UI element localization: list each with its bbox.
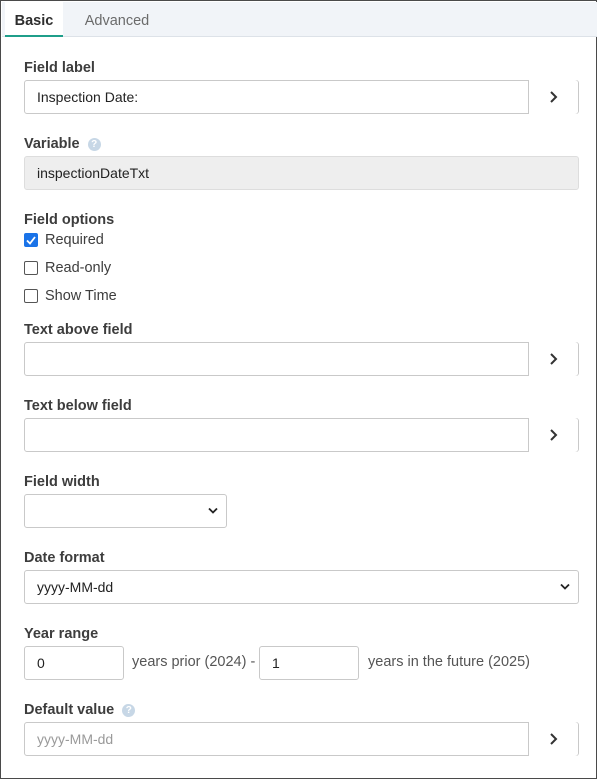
years-future-value: 1	[272, 655, 280, 671]
default-value-heading: Default value?	[24, 702, 136, 718]
tab-advanced[interactable]: Advanced	[74, 2, 160, 37]
variable-value: inspectionDateTxt	[37, 165, 150, 181]
help-icon[interactable]: ?	[122, 704, 136, 717]
text-below-expand-button[interactable]	[528, 418, 578, 452]
chevron-right-icon	[549, 429, 557, 441]
show-time-checkbox[interactable]	[24, 289, 38, 303]
default-value-label: Default value	[24, 702, 115, 718]
default-value-input[interactable]: yyyy-MM-dd	[24, 722, 579, 756]
variable-field: inspectionDateTxt	[24, 156, 579, 190]
text-below-input[interactable]	[24, 418, 579, 452]
field-options-heading: Field options	[24, 212, 115, 228]
field-label-heading: Field label	[24, 60, 95, 76]
field-width-select[interactable]	[24, 494, 227, 528]
required-checkbox[interactable]	[24, 233, 38, 247]
field-width-heading: Field width	[24, 474, 100, 490]
help-icon[interactable]: ?	[87, 138, 101, 151]
read-only-checkbox-row[interactable]: Read-only	[24, 260, 111, 276]
date-format-select[interactable]: yyyy-MM-dd	[24, 570, 579, 604]
default-value-expand-button[interactable]	[528, 722, 578, 756]
properties-panel: Basic Advanced Field label Inspection Da…	[0, 0, 597, 779]
tab-bar: Basic Advanced	[2, 2, 597, 37]
year-range-heading: Year range	[24, 626, 99, 642]
years-prior-value: 0	[37, 655, 45, 671]
read-only-label: Read-only	[45, 260, 112, 276]
chevron-right-icon	[549, 733, 557, 745]
checkmark-icon	[26, 235, 36, 245]
default-value-placeholder: yyyy-MM-dd	[37, 731, 114, 747]
chevron-down-icon	[208, 507, 218, 514]
required-checkbox-row[interactable]: Required	[24, 232, 104, 248]
text-above-heading: Text above field	[24, 322, 133, 338]
variable-heading: Variable?	[24, 136, 101, 152]
years-prior-text: years prior (2024) -	[132, 654, 256, 670]
field-label-expand-button[interactable]	[528, 80, 578, 114]
required-label: Required	[45, 232, 104, 248]
years-future-input[interactable]: 1	[259, 646, 359, 680]
text-above-expand-button[interactable]	[528, 342, 578, 376]
variable-label: Variable	[24, 136, 80, 152]
chevron-down-icon	[560, 583, 570, 590]
date-format-heading: Date format	[24, 550, 105, 566]
date-format-value: yyyy-MM-dd	[37, 579, 114, 595]
years-future-text: years in the future (2025)	[368, 654, 531, 670]
tab-basic[interactable]: Basic	[5, 2, 63, 37]
show-time-label: Show Time	[45, 288, 117, 304]
chevron-right-icon	[549, 353, 557, 365]
text-above-input[interactable]	[24, 342, 579, 376]
show-time-checkbox-row[interactable]: Show Time	[24, 288, 117, 304]
text-below-heading: Text below field	[24, 398, 132, 414]
read-only-checkbox[interactable]	[24, 261, 38, 275]
chevron-right-icon	[549, 91, 557, 103]
field-label-value: Inspection Date:	[37, 89, 139, 105]
field-label-input[interactable]: Inspection Date:	[24, 80, 579, 114]
years-prior-input[interactable]: 0	[24, 646, 124, 680]
